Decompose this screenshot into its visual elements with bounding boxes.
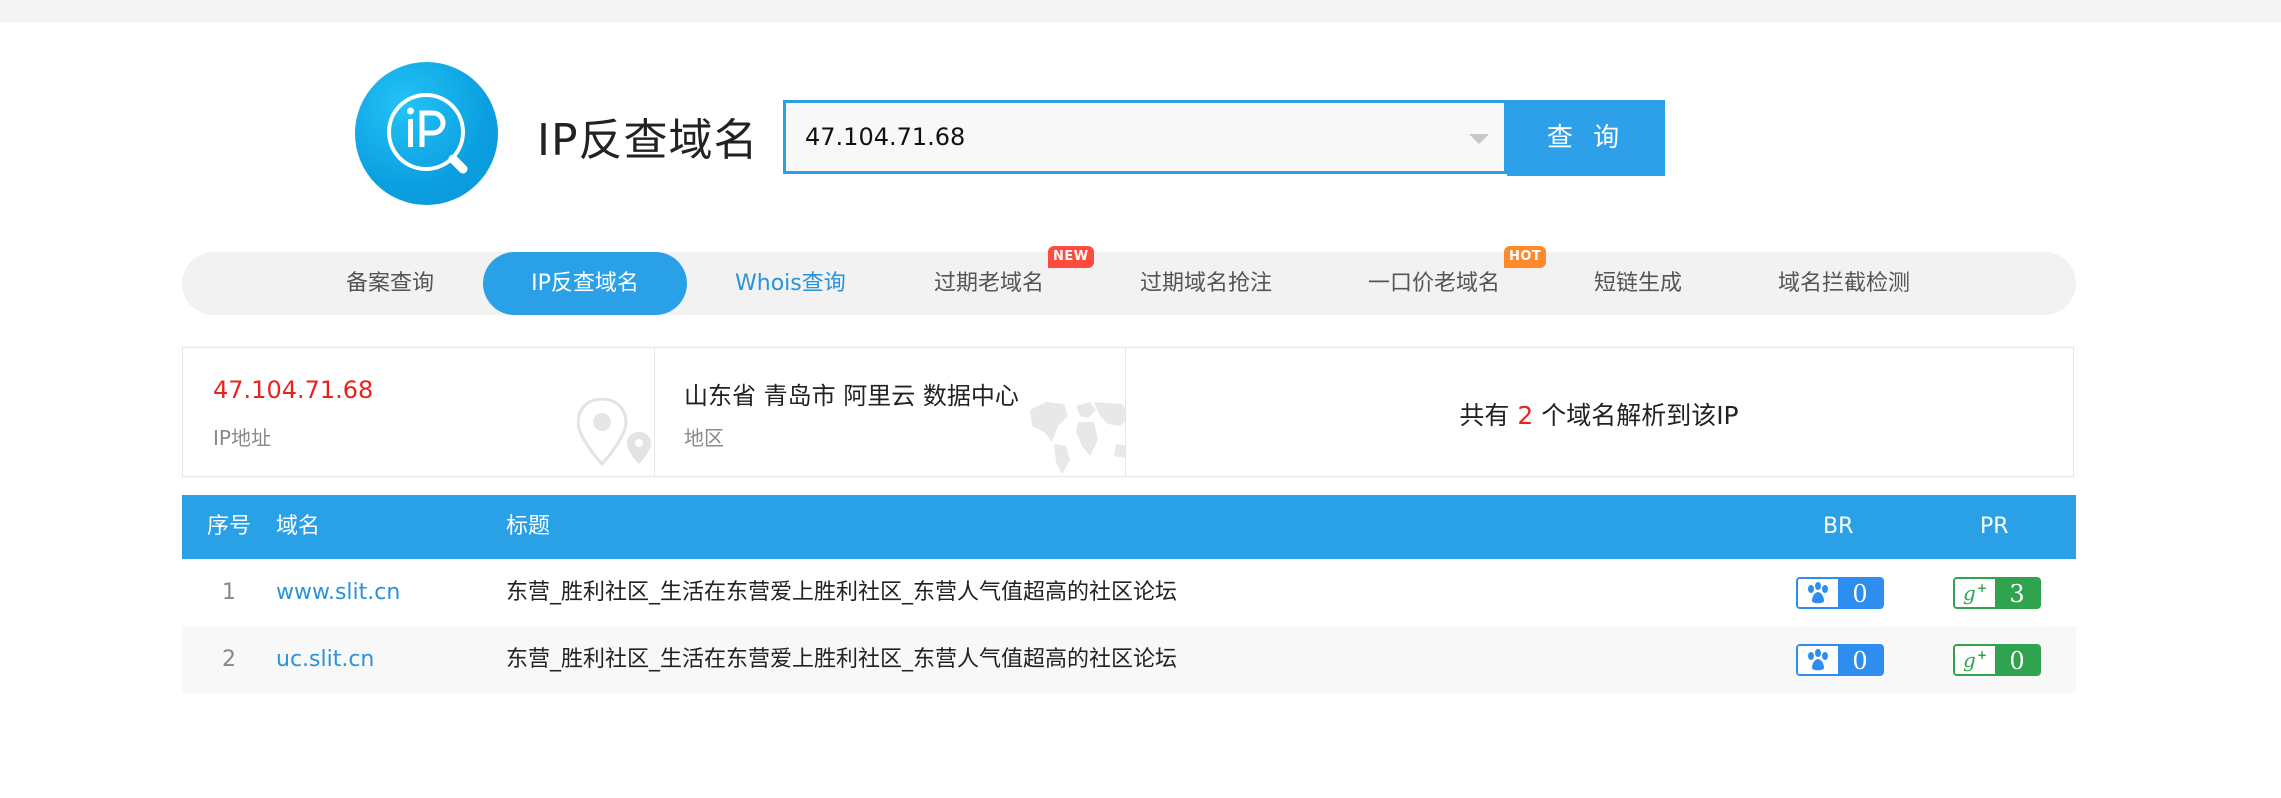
nav-item-short-link[interactable]: 短链生成 — [1594, 252, 1682, 315]
br-value: 0 — [1838, 646, 1882, 674]
table-row: 2 uc.slit.cn 东营_胜利社区_生活在东营爱上胜利社区_东营人气值超高… — [182, 626, 2076, 693]
nav-item-fixed-price[interactable]: 一口价老域名 — [1368, 252, 1500, 315]
world-map-icon — [1030, 402, 1125, 474]
nav-item-expired-snapback[interactable]: 过期域名抢注 — [1140, 252, 1272, 315]
top-bar — [0, 0, 2281, 22]
google-pr-badge[interactable]: g + 3 — [1953, 577, 2041, 609]
nav-bar: 备案查询 IP反查域名 Whois查询 过期老域名 NEW 过期域名抢注 一口价… — [182, 246, 2076, 315]
domain-count-text: 共有 2 个域名解析到该IP — [1125, 396, 2073, 432]
google-plus-icon: g + — [1955, 579, 1995, 607]
svg-text:g: g — [1963, 648, 1976, 672]
nav-item-icp-query[interactable]: 备案查询 — [346, 252, 434, 315]
domain-count-cell: 共有 2 个域名解析到该IP — [1125, 348, 2073, 476]
count-suffix: 个域名解析到该IP — [1541, 401, 1739, 430]
svg-text:g: g — [1963, 581, 1976, 605]
site-title: 东营_胜利社区_生活在东营爱上胜利社区_东营人气值超高的社区论坛 — [506, 580, 1178, 605]
pr-value: 3 — [1995, 579, 2039, 607]
baidu-paw-icon — [1798, 579, 1838, 607]
svg-text:+: + — [1977, 581, 1987, 595]
col-index: 序号 — [207, 514, 252, 539]
row-index: 2 — [222, 647, 236, 672]
site-title: 东营_胜利社区_生活在东营爱上胜利社区_东营人气值超高的社区论坛 — [506, 647, 1178, 672]
table-header: 序号 域名 标题 BR PR — [182, 495, 2076, 559]
ip-info-cell: 47.104.71.68 IP地址 — [183, 348, 655, 476]
br-value: 0 — [1838, 579, 1882, 607]
row-index: 1 — [222, 580, 236, 605]
ip-search-logo-icon — [355, 62, 498, 205]
count-prefix: 共有 — [1459, 401, 1510, 430]
search-box — [783, 100, 1507, 174]
baidu-paw-icon — [1798, 646, 1838, 674]
chevron-down-icon[interactable] — [1469, 134, 1489, 144]
svg-text:+: + — [1977, 648, 1987, 662]
new-badge: NEW — [1048, 246, 1094, 268]
region-info-cell: 山东省 青岛市 阿里云 数据中心 地区 — [654, 348, 1126, 476]
table-row: 1 www.slit.cn 东营_胜利社区_生活在东营爱上胜利社区_东营人气值超… — [182, 559, 2076, 626]
ip-search-input[interactable] — [786, 103, 1436, 171]
google-pr-badge[interactable]: g + 0 — [1953, 644, 2041, 676]
nav-item-block-check[interactable]: 域名拦截检测 — [1778, 252, 1910, 315]
location-pin-icon — [577, 398, 651, 467]
col-domain: 域名 — [276, 514, 321, 539]
hot-badge: HOT — [1504, 246, 1547, 268]
region-value: 山东省 青岛市 阿里云 数据中心 — [684, 382, 1019, 410]
col-title: 标题 — [506, 514, 551, 539]
region-label: 地区 — [684, 426, 724, 450]
google-plus-icon: g + — [1955, 646, 1995, 674]
col-pr: PR — [1980, 514, 2009, 539]
app-title: IP反查域名 — [537, 115, 759, 166]
baidu-rank-badge[interactable]: 0 — [1796, 577, 1884, 609]
ip-address-label: IP地址 — [213, 426, 271, 450]
col-br: BR — [1823, 514, 1854, 539]
domain-count: 2 — [1517, 401, 1534, 430]
ip-info-panel: 47.104.71.68 IP地址 山东省 青岛市 阿里云 数据中心 地区 共有… — [182, 347, 2074, 477]
pr-value: 0 — [1995, 646, 2039, 674]
baidu-rank-badge[interactable]: 0 — [1796, 644, 1884, 676]
nav-item-expired-domains[interactable]: 过期老域名 — [934, 252, 1044, 315]
query-button[interactable]: 查 询 — [1507, 100, 1665, 176]
nav-item-ip-reverse[interactable]: IP反查域名 — [483, 252, 687, 315]
domain-link[interactable]: uc.slit.cn — [276, 626, 374, 693]
ip-address-value: 47.104.71.68 — [213, 376, 374, 404]
domain-link[interactable]: www.slit.cn — [276, 559, 400, 626]
nav-item-whois[interactable]: Whois查询 — [735, 252, 846, 315]
